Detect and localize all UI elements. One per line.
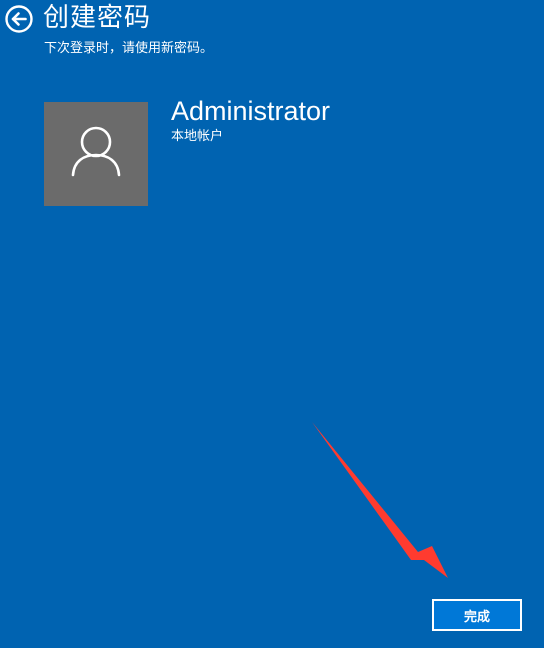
user-silhouette-icon — [71, 126, 121, 177]
avatar — [44, 102, 148, 206]
page-title: 创建密码 — [43, 3, 152, 33]
back-button[interactable] — [5, 5, 33, 33]
account-username: Administrator — [171, 96, 331, 126]
account-type: 本地帐户 — [171, 129, 224, 144]
page-subtitle: 下次登录时，请使用新密码。 — [44, 41, 214, 56]
back-arrow-circle-icon — [5, 5, 33, 33]
finish-button[interactable]: 完成 — [432, 599, 522, 631]
